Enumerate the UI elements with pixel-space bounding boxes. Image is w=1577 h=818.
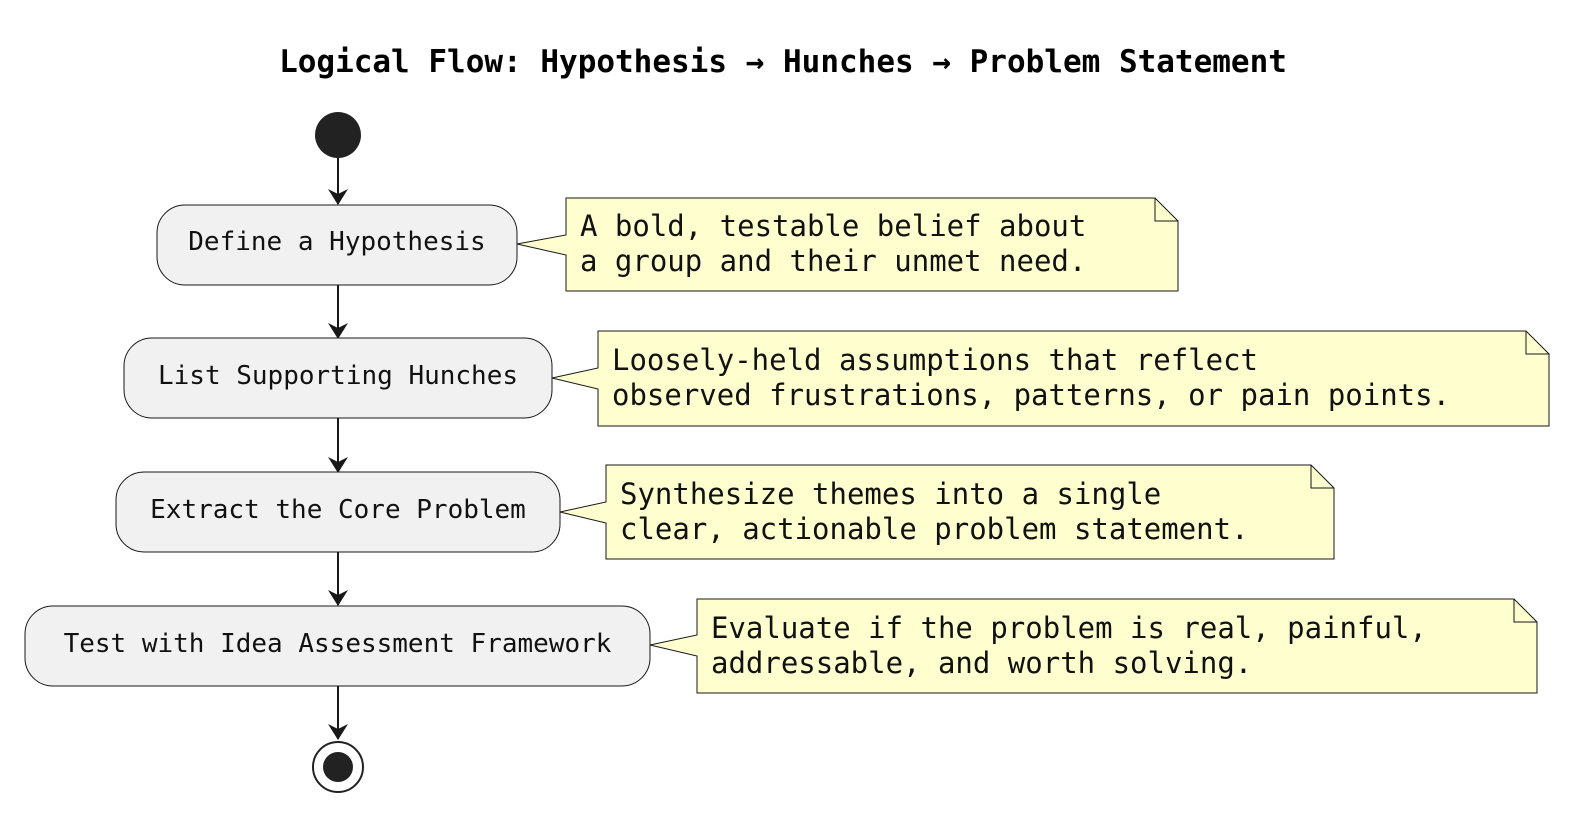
note-text-line: Synthesize themes into a single: [620, 477, 1162, 511]
note-text-line: Loosely-held assumptions that reflect: [612, 343, 1259, 377]
activity-label: Extract the Core Problem: [150, 495, 526, 525]
activity-label: Test with Idea Assessment Framework: [63, 629, 612, 659]
note-text-line: Evaluate if the problem is real, painful…: [711, 611, 1427, 645]
note-text-line: A bold, testable belief about: [580, 209, 1087, 243]
start-node-icon: [315, 112, 361, 158]
activity-label: List Supporting Hunches: [157, 361, 519, 391]
note-text-line: observed frustrations, patterns, or pain…: [612, 378, 1451, 412]
activity-label: Define a Hypothesis: [188, 227, 486, 257]
note-text-line: clear, actionable problem statement.: [620, 512, 1249, 546]
end-node-inner-icon: [323, 752, 353, 782]
activity-diagram: Logical Flow: Hypothesis → Hunches → Pro…: [0, 0, 1577, 818]
note-text-line: a group and their unmet need.: [580, 244, 1087, 278]
note-text-line: addressable, and worth solving.: [711, 646, 1253, 680]
